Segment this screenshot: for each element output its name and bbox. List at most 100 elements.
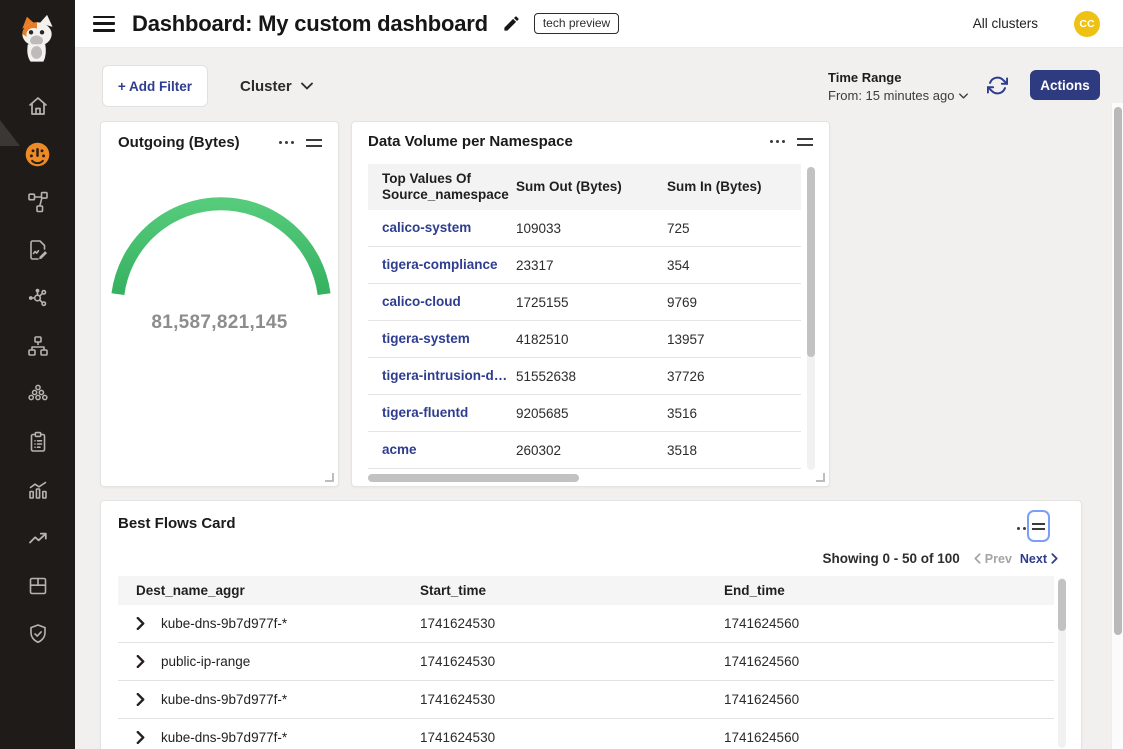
horizontal-scrollbar[interactable] xyxy=(368,474,801,482)
dest-name: public-ip-range xyxy=(161,654,250,669)
vertical-scrollbar[interactable] xyxy=(1058,578,1066,748)
nav-statistics[interactable] xyxy=(0,466,75,514)
vertical-scrollbar[interactable] xyxy=(807,167,815,470)
table-row: public-ip-range 1741624530 1741624560 xyxy=(118,643,1054,681)
bar-chart-icon xyxy=(26,478,50,502)
sum-in-value: 13957 xyxy=(653,332,801,347)
expand-row-chevron[interactable] xyxy=(136,731,145,744)
time-range-block: Time Range From: 15 minutes ago xyxy=(828,70,968,103)
column-header: Dest_name_aggr xyxy=(118,583,420,598)
sum-out-value: 23317 xyxy=(502,258,653,273)
sum-out-value: 1725155 xyxy=(502,295,653,310)
calico-logo[interactable] xyxy=(15,14,59,66)
flows-table: Dest_name_aggr Start_time End_time kube-… xyxy=(118,576,1054,749)
card-resize-handle[interactable] xyxy=(816,473,825,482)
sum-in-value: 725 xyxy=(653,221,801,236)
nav-threat-defense[interactable] xyxy=(0,610,75,658)
cluster-filter-label: Cluster xyxy=(240,78,292,95)
card-menu-button[interactable] xyxy=(277,137,296,148)
table-header-row: Top Values Of Source_namespace Sum Out (… xyxy=(368,164,801,210)
table-row: calico-system 109033 725 xyxy=(368,210,801,247)
table-row: acme 260302 3518 xyxy=(368,432,801,469)
sum-in-value: 37726 xyxy=(653,369,801,384)
pagination: Showing 0 - 50 of 100 Prev Next xyxy=(823,551,1058,566)
sum-in-value: 3518 xyxy=(653,443,801,458)
add-filter-button[interactable]: + Add Filter xyxy=(102,65,208,107)
nav-clusters[interactable] xyxy=(0,370,75,418)
main-content: + Add Filter Cluster Time Range From: 15… xyxy=(75,48,1123,749)
sum-in-value: 3516 xyxy=(653,406,801,421)
namespace-link[interactable]: tigera-system xyxy=(382,331,470,346)
start-time: 1741624530 xyxy=(420,654,724,669)
home-icon xyxy=(26,94,50,118)
expand-row-chevron[interactable] xyxy=(136,655,145,668)
sum-in-value: 354 xyxy=(653,258,801,273)
sitemap-icon xyxy=(26,334,50,358)
namespace-link[interactable]: calico-cloud xyxy=(382,294,461,309)
card-menu-button[interactable] xyxy=(768,136,787,147)
expand-row-chevron[interactable] xyxy=(136,693,145,706)
end-time: 1741624560 xyxy=(724,616,1054,631)
card-drag-handle-icon xyxy=(1032,520,1045,533)
scrollbar-thumb[interactable] xyxy=(368,474,579,482)
trend-up-icon xyxy=(26,526,50,550)
card-title: Outgoing (Bytes) xyxy=(118,134,240,151)
table-row: tigera-compliance 23317 354 xyxy=(368,247,801,284)
nav-sitemap[interactable] xyxy=(0,322,75,370)
sum-in-value: 9769 xyxy=(653,295,801,310)
page-scrollbar[interactable] xyxy=(1111,103,1123,749)
card-drag-handle-selected[interactable] xyxy=(1027,510,1050,542)
actions-button[interactable]: Actions xyxy=(1030,70,1100,100)
nav-dashboard[interactable] xyxy=(0,130,75,178)
sum-out-value: 260302 xyxy=(502,443,653,458)
next-page-button[interactable]: Next xyxy=(1020,552,1058,566)
nav-workloads[interactable] xyxy=(0,562,75,610)
shield-check-icon xyxy=(26,622,50,646)
nav-flow-visualizations[interactable] xyxy=(0,178,75,226)
nav-service-graph[interactable] xyxy=(0,274,75,322)
namespace-link[interactable]: tigera-fluentd xyxy=(382,405,468,420)
package-icon xyxy=(26,574,50,598)
sum-out-value: 9205685 xyxy=(502,406,653,421)
table-row: calico-cloud 1725155 9769 xyxy=(368,284,801,321)
card-drag-handle-icon[interactable] xyxy=(306,136,322,150)
namespace-link[interactable]: tigera-compliance xyxy=(382,257,498,272)
sum-out-value: 51552638 xyxy=(502,369,653,384)
cluster-filter-dropdown[interactable]: Cluster xyxy=(240,65,313,107)
cluster-nodes-icon xyxy=(26,382,50,406)
namespace-link[interactable]: tigera-intrusion-d… xyxy=(382,368,507,383)
namespace-link[interactable]: calico-system xyxy=(382,220,471,235)
edit-dashboard-button[interactable] xyxy=(502,14,521,33)
nav-trends[interactable] xyxy=(0,514,75,562)
sum-out-value: 109033 xyxy=(502,221,653,236)
cluster-selector[interactable]: All clusters xyxy=(973,16,1038,31)
table-header-row: Dest_name_aggr Start_time End_time xyxy=(118,576,1054,605)
report-edit-icon xyxy=(26,238,50,262)
end-time: 1741624560 xyxy=(724,730,1054,745)
pencil-icon xyxy=(502,14,521,33)
nav-home[interactable] xyxy=(0,82,75,130)
scrollbar-thumb[interactable] xyxy=(1114,107,1122,635)
dest-name: kube-dns-9b7d977f-* xyxy=(161,616,287,631)
column-header: Start_time xyxy=(420,583,724,598)
end-time: 1741624560 xyxy=(724,692,1054,707)
refresh-button[interactable] xyxy=(981,69,1013,101)
prev-page-button[interactable]: Prev xyxy=(974,552,1012,566)
nav-compliance-reports[interactable] xyxy=(0,418,75,466)
nav-policies[interactable] xyxy=(0,226,75,274)
expand-row-chevron[interactable] xyxy=(136,617,145,630)
sidebar xyxy=(0,0,75,749)
namespace-table: Top Values Of Source_namespace Sum Out (… xyxy=(368,164,801,469)
card-title: Best Flows Card xyxy=(118,515,236,532)
card-resize-handle[interactable] xyxy=(325,473,334,482)
user-avatar[interactable]: CC xyxy=(1074,11,1100,37)
scrollbar-thumb[interactable] xyxy=(807,167,815,357)
hamburger-menu-icon[interactable] xyxy=(93,16,115,32)
namespace-link[interactable]: acme xyxy=(382,442,417,457)
card-drag-handle-icon[interactable] xyxy=(797,135,813,149)
table-row: tigera-intrusion-d… 51552638 37726 xyxy=(368,358,801,395)
table-row: kube-dns-9b7d977f-* 1741624530 174162456… xyxy=(118,719,1054,749)
scrollbar-thumb[interactable] xyxy=(1058,579,1066,631)
time-range-dropdown[interactable]: From: 15 minutes ago xyxy=(828,88,968,103)
column-header: Sum In (Bytes) xyxy=(653,179,801,195)
